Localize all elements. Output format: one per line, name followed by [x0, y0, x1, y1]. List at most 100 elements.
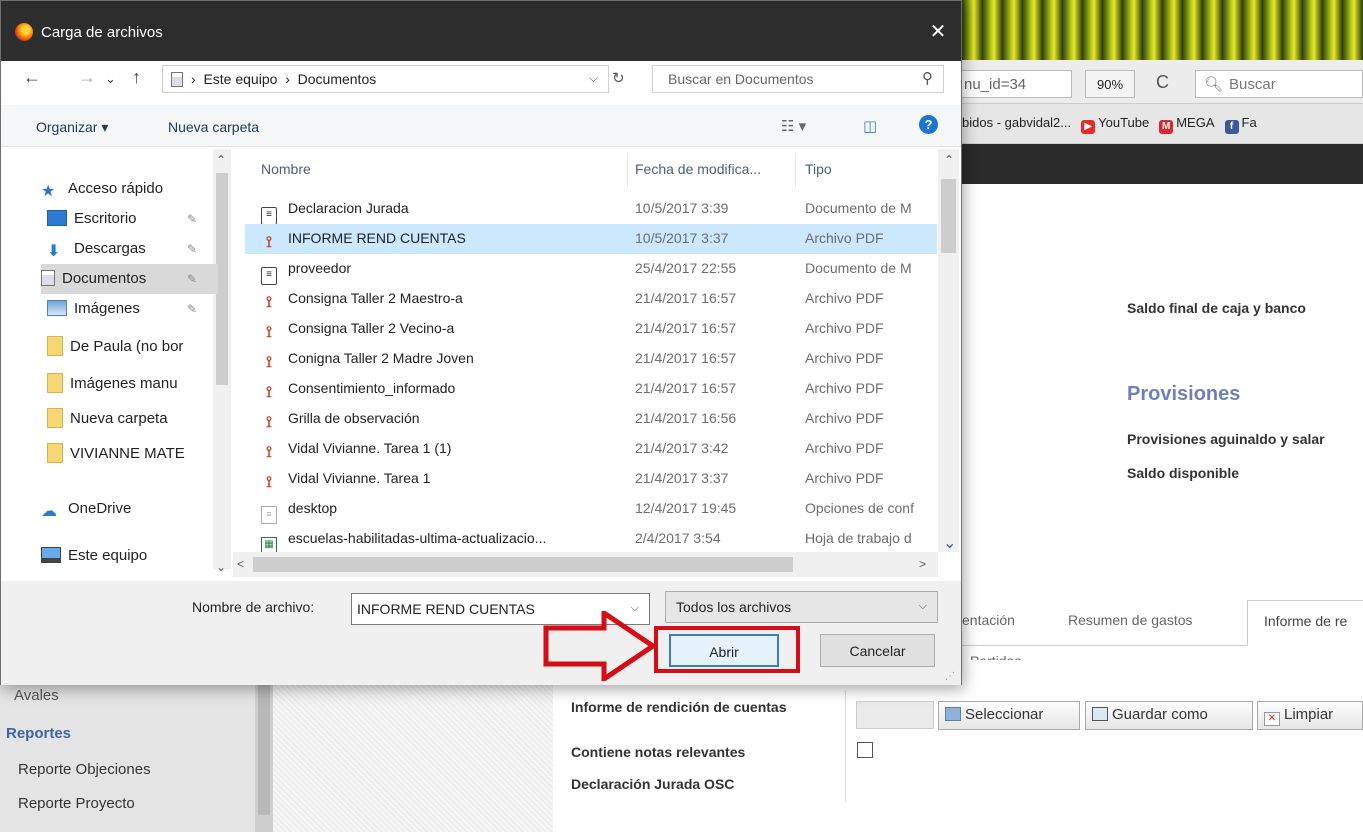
- file-name: ⟟ Consentimiento_informado: [261, 380, 455, 402]
- folder-icon: [47, 443, 63, 463]
- search-input[interactable]: Buscar en Documentos ⚲: [652, 65, 944, 93]
- file-name: ⟟ Consigna Taller 2 Maestro-a: [261, 290, 463, 312]
- file-row[interactable]: ⟟ Vidal Vivianne. Tarea 1 21/4/2017 3:37 Ar…: [245, 464, 937, 494]
- dialog-titlebar: Carga de archivos ✕: [1, 1, 961, 61]
- pin-icon[interactable]: ✎: [187, 212, 197, 226]
- change-view-icon[interactable]: ☷ ▾: [781, 117, 806, 135]
- file-row[interactable]: ⟟ Consentimiento_informado 21/4/2017 16:57…: [245, 374, 937, 404]
- tab-resumen-gastos[interactable]: Resumen de gastos: [1068, 612, 1193, 628]
- sidebar-item-reporte-proyecto[interactable]: Reporte Proyecto: [18, 795, 135, 812]
- file-type: Archivo PDF: [805, 440, 884, 456]
- folder-icon: [47, 336, 63, 356]
- breadcrumb-documentos[interactable]: Documentos: [298, 71, 377, 87]
- notas-checkbox[interactable]: [857, 742, 873, 758]
- bookmark-label: Fa: [1241, 115, 1257, 130]
- file-name-text: Consigna Taller 2 Maestro-a: [288, 290, 463, 306]
- nav-item-label: Acceso rápido: [68, 180, 164, 197]
- address-bar[interactable]: › Este equipo › Documentos: [162, 65, 609, 93]
- url-bar[interactable]: nu_id=34: [962, 70, 1072, 98]
- nav-item-acceso-rápido[interactable]: ★ Acceso rápido: [41, 174, 218, 204]
- file-row[interactable]: ⟟ Consigna Taller 2 Vecino-a 21/4/2017 16:…: [245, 314, 937, 344]
- resize-grip-icon[interactable]: ⋰: [945, 671, 955, 682]
- bookmark-item[interactable]: M MEGA: [1159, 115, 1215, 134]
- file-row[interactable]: ⟟ INFORME REND CUENTAS 10/5/2017 3:37 Archi…: [245, 224, 937, 254]
- nav-item-descargas[interactable]: ⬇ Descargas: [47, 234, 224, 264]
- cancel-button[interactable]: Cancelar: [820, 634, 935, 667]
- nav-item-label: Nueva carpeta: [70, 410, 168, 427]
- file-name-text: desktop: [288, 500, 338, 516]
- sidebar-item-avales[interactable]: Avales: [14, 687, 59, 704]
- browser-search-input[interactable]: 🔍︎ Buscar: [1195, 70, 1363, 98]
- file-name: ⟟ Vidal Vivianne. Tarea 1: [261, 470, 430, 492]
- column-name[interactable]: Nombre: [261, 161, 311, 177]
- tab-presentacion[interactable]: entación: [962, 612, 1015, 628]
- up-arrow-icon[interactable]: ↑: [132, 67, 141, 88]
- nav-item-imágenes[interactable]: Imágenes: [47, 294, 224, 324]
- file-row[interactable]: ≡ desktop 12/4/2017 19:45 Opciones de conf: [245, 494, 937, 524]
- pin-icon[interactable]: ✎: [187, 302, 197, 316]
- dialog-title: Carga de archivos: [41, 24, 163, 41]
- bookmark-item[interactable]: f Fa: [1224, 115, 1257, 134]
- filename-label: Nombre de archivo:: [192, 599, 315, 615]
- file-row[interactable]: ⟟ Vidal Vivianne. Tarea 1 (1) 21/4/2017 3:…: [245, 434, 937, 464]
- list-scroll-right-icon[interactable]: >: [919, 557, 926, 571]
- nav-item-de-paula-no-bor[interactable]: De Paula (no bor: [47, 330, 224, 360]
- select-file-button[interactable]: Seleccionar: [938, 701, 1080, 730]
- browser-tabstrip: [962, 0, 1363, 60]
- column-type[interactable]: Tipo: [805, 161, 832, 177]
- file-type-select[interactable]: Todos los archivos ⌵: [665, 591, 938, 623]
- column-date[interactable]: Fecha de modifica...: [635, 161, 761, 177]
- sidebar-scroll-thumb[interactable]: [258, 665, 270, 815]
- file-row[interactable]: ⟟ Consigna Taller 2 Maestro-a 21/4/2017 16…: [245, 284, 937, 314]
- nav-item-onedrive[interactable]: ☁ OneDrive: [41, 494, 218, 524]
- dialog-toolbar: [1, 105, 961, 147]
- file-name-text: proveedor: [288, 260, 352, 276]
- pin-icon[interactable]: ✎: [187, 272, 197, 286]
- bookmark-item[interactable]: ▶ YouTube: [1081, 115, 1149, 134]
- nav-item-escritorio[interactable]: Escritorio: [47, 204, 224, 234]
- list-scroll-up-icon[interactable]: ⌃: [944, 153, 954, 167]
- computer-icon: [41, 547, 61, 563]
- search-icon: ⚲: [922, 70, 933, 87]
- column-separator[interactable]: [627, 153, 628, 187]
- sidebar-item-reporte-objeciones[interactable]: Reporte Objeciones: [18, 761, 151, 778]
- documents-icon: [171, 72, 183, 87]
- bookmark-item[interactable]: bidos - gabvidal2...: [962, 115, 1071, 130]
- clear-button[interactable]: ✕ Limpiar: [1257, 701, 1363, 730]
- file-row[interactable]: ▦ escuelas-habilitadas-ultima-actualizaci…: [245, 524, 937, 555]
- address-dropdown-icon[interactable]: ⌵: [589, 71, 598, 86]
- nav-item-este-equipo[interactable]: Este equipo: [41, 541, 218, 571]
- organize-menu[interactable]: Organizar ▾: [36, 119, 108, 136]
- close-icon[interactable]: ✕: [916, 15, 960, 51]
- nav-item-nueva-carpeta[interactable]: Nueva carpeta: [47, 402, 224, 432]
- new-folder-button[interactable]: Nueva carpeta: [168, 119, 259, 135]
- zoom-indicator[interactable]: 90%: [1085, 70, 1135, 98]
- pin-icon[interactable]: ✎: [187, 242, 197, 256]
- file-row[interactable]: ⟟ Grilla de observación 21/4/2017 16:56 Arc…: [245, 404, 937, 434]
- refresh-icon[interactable]: ↻: [612, 69, 625, 87]
- list-scroll-down-icon[interactable]: ⌄: [943, 533, 956, 553]
- reload-icon[interactable]: C: [1156, 72, 1169, 93]
- column-separator[interactable]: [795, 153, 796, 187]
- forward-arrow-icon[interactable]: →: [78, 67, 96, 88]
- file-row[interactable]: ≡ proveedor 25/4/2017 22:55 Documento de M: [245, 254, 937, 285]
- file-row[interactable]: ⟟ Conigna Taller 2 Madre Joven 21/4/2017 1…: [245, 344, 937, 374]
- file-row[interactable]: ≡ Declaracion Jurada 10/5/2017 3:39 Documen…: [245, 194, 937, 225]
- list-horizontal-thumb[interactable]: [253, 557, 793, 572]
- pdf-file-icon: ⟟: [266, 414, 272, 431]
- nav-item-vivianne-mate[interactable]: VIVIANNE MATE: [47, 437, 224, 467]
- help-icon[interactable]: ?: [919, 115, 938, 134]
- preview-pane-icon[interactable]: ◫: [863, 117, 877, 135]
- recent-locations-icon[interactable]: ⌄: [105, 71, 116, 87]
- hatched-panel: [273, 660, 553, 832]
- tab-informe[interactable]: Informe de re: [1247, 600, 1363, 646]
- breadcrumb-este-equipo[interactable]: Este equipo: [203, 71, 277, 87]
- nav-scroll-up-icon[interactable]: ⌃: [216, 153, 226, 167]
- list-vertical-thumb[interactable]: [941, 179, 956, 253]
- annotation-arrow: [543, 611, 658, 681]
- youtube-icon: ▶: [1081, 120, 1096, 134]
- list-scroll-left-icon[interactable]: <: [237, 557, 244, 571]
- save-as-button[interactable]: Guardar como: [1085, 701, 1253, 730]
- back-arrow-icon[interactable]: ←: [23, 67, 41, 88]
- nav-item-imágenes-manu[interactable]: Imágenes manu: [47, 367, 224, 397]
